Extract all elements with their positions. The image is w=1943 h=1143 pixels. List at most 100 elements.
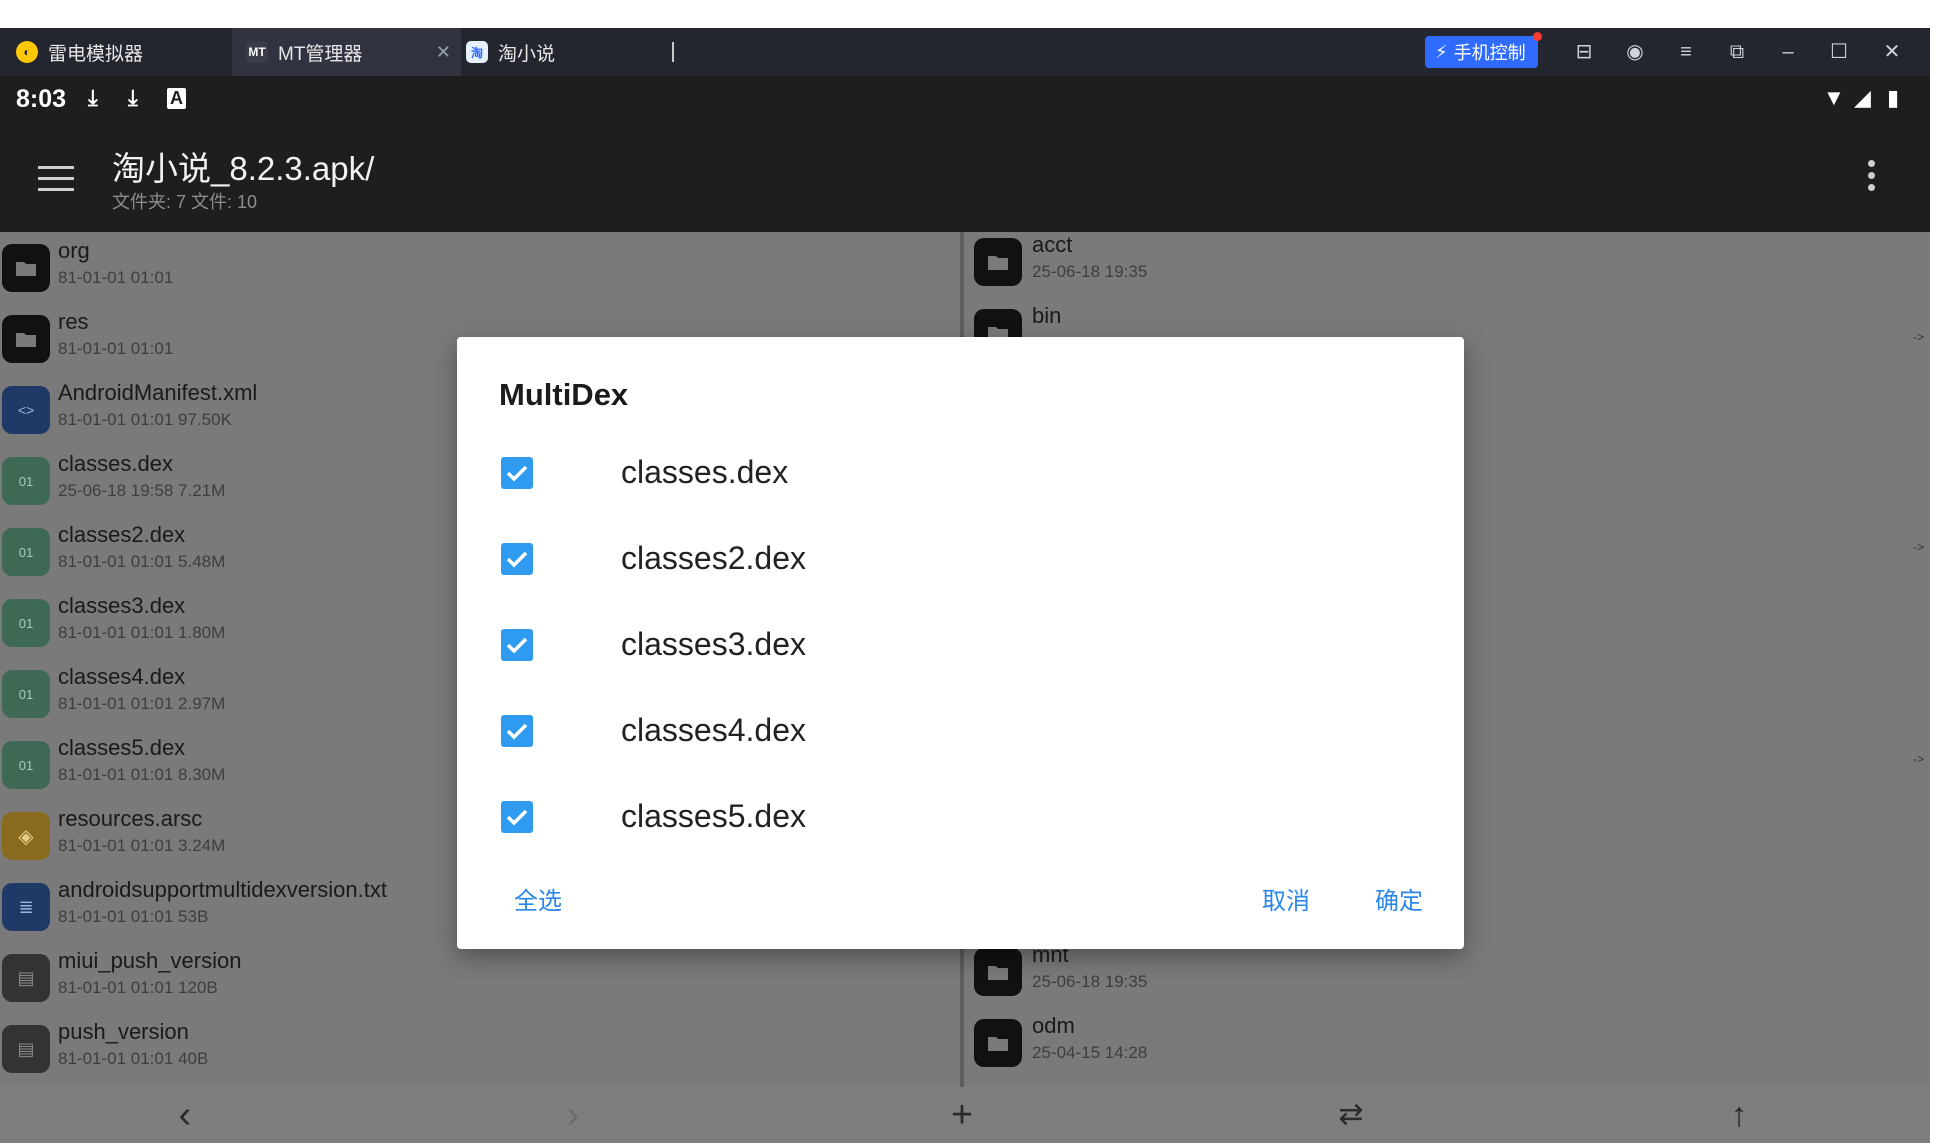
file-name: res	[58, 309, 89, 334]
file-name: acct	[1032, 232, 1073, 257]
resize-icon[interactable]: ⧉	[1725, 40, 1749, 64]
dex-file-icon: 01	[2, 670, 50, 718]
dex-file-icon: 01	[2, 528, 50, 576]
up-icon[interactable]: ↑	[1714, 1093, 1764, 1137]
hamburger-menu-icon[interactable]	[38, 166, 74, 199]
file-meta: 81-01-01 01:01 5.48M	[58, 552, 226, 571]
xml-file-icon: <>	[2, 386, 50, 434]
file-name: miui_push_version	[58, 948, 242, 973]
file-name: classes.dex	[58, 451, 173, 476]
file-meta: 25-06-18 19:58 7.21M	[58, 481, 226, 500]
list-item[interactable]: ▤ miui_push_version 81-01-01 01:01 120B	[0, 942, 960, 1012]
keyboard-a-icon: A	[167, 88, 186, 109]
file-name: classes5.dex	[58, 735, 186, 760]
dex-file-icon: 01	[2, 741, 50, 789]
dex-file-icon: 01	[2, 457, 50, 505]
multidex-dialog: MultiDex classes.dex classes2.dex classe…	[457, 337, 1464, 949]
file-icon: ▤	[2, 1025, 50, 1073]
option-label: classes3.dex	[621, 626, 806, 662]
list-item[interactable]: org 81-01-01 01:01	[0, 232, 960, 302]
file-name: bin	[1032, 303, 1062, 328]
checkbox-checked[interactable]	[501, 543, 533, 575]
add-icon[interactable]: +	[937, 1093, 987, 1137]
file-name: org	[58, 238, 90, 263]
gift-icon[interactable]: ⊟	[1572, 40, 1596, 64]
taoxiaoshuo-icon: 淘	[466, 41, 488, 63]
text-cursor	[672, 42, 674, 62]
file-meta: 81-01-01 01:01 3.24M	[58, 836, 226, 855]
dex-option-row[interactable]: classes3.dex	[501, 615, 1101, 675]
dex-file-icon: 01	[2, 599, 50, 647]
tab-taoxiaoshuo[interactable]: 淘 淘小说	[454, 28, 676, 76]
swap-icon[interactable]: ⇄	[1326, 1093, 1376, 1137]
file-meta: 81-01-01 01:01 2.97M	[58, 694, 226, 713]
back-icon[interactable]: ‹	[160, 1093, 210, 1137]
file-meta: 81-01-01 01:01	[58, 268, 174, 287]
file-meta: 25-06-18 19:35	[1032, 262, 1148, 281]
file-meta: 81-01-01 01:01 1.80M	[58, 623, 226, 642]
dex-option-row[interactable]: classes2.dex	[501, 529, 1101, 589]
wifi-icon: ▼	[1823, 85, 1845, 110]
dex-option-row[interactable]: classes5.dex	[501, 787, 1101, 847]
file-name: classes3.dex	[58, 593, 186, 618]
account-icon[interactable]: ◉	[1623, 40, 1647, 64]
file-icon: ▤	[2, 954, 50, 1002]
menu-lines-icon[interactable]: ≡	[1674, 40, 1698, 64]
symlink-marker: ->	[1912, 752, 1924, 766]
symlink-marker: ->	[1912, 540, 1924, 554]
bottom-toolbar: ‹ › + ⇄ ↑	[0, 1087, 1930, 1143]
list-item[interactable]: odm 25-04-15 14:28	[964, 1007, 1930, 1077]
emulator-logo-icon: ◐	[16, 41, 38, 63]
file-meta: 25-04-15 14:28	[1032, 1043, 1148, 1062]
emulator-app-tab[interactable]: ◐ 雷电模拟器	[0, 28, 241, 76]
select-all-button[interactable]: 全选	[514, 881, 562, 916]
list-item[interactable]: acct 25-06-18 19:35	[964, 232, 1930, 296]
maximize-icon[interactable]: ☐	[1827, 40, 1851, 64]
checkbox-checked[interactable]	[501, 801, 533, 833]
forward-icon[interactable]: ›	[548, 1093, 598, 1137]
status-time: 8:03	[16, 85, 67, 113]
option-label: classes4.dex	[621, 712, 806, 748]
file-meta: 25-06-18 19:35	[1032, 972, 1148, 991]
lightning-icon: ⚡	[1435, 41, 1448, 62]
emulator-title-bar: ◐ 雷电模拟器 MT MT管理器 ✕ 淘 淘小说 ⚡ 手机控制 ⊟ ◉ ≡ ⧉ …	[0, 28, 1930, 76]
file-meta: 81-01-01 01:01	[58, 339, 174, 358]
dex-option-row[interactable]: classes4.dex	[501, 701, 1101, 761]
list-item[interactable]: ▤ push_version 81-01-01 01:01 40B	[0, 1013, 960, 1083]
folder-icon	[974, 238, 1022, 286]
minimize-icon[interactable]: –	[1776, 40, 1800, 64]
option-label: classes2.dex	[621, 540, 806, 576]
page-subtitle: 文件夹: 7 文件: 10	[112, 192, 258, 212]
page-title: 淘小说_8.2.3.apk/	[112, 150, 375, 187]
checkbox-checked[interactable]	[501, 629, 533, 661]
status-bar: 8:03 ⤓ ⤓ A ▼ ◢ ▮	[0, 76, 1930, 122]
confirm-button[interactable]: 确定	[1375, 881, 1423, 916]
symlink-marker: ->	[1912, 330, 1924, 344]
phone-control-button[interactable]: ⚡ 手机控制	[1425, 32, 1542, 68]
download-icon: ⤓	[128, 85, 138, 110]
tab-label: MT管理器	[278, 43, 363, 65]
text-file-icon: ≣	[2, 883, 50, 931]
more-options-icon[interactable]	[1868, 160, 1876, 196]
close-tab-icon[interactable]: ✕	[436, 42, 451, 63]
file-meta: 81-01-01 01:01 97.50K	[58, 410, 232, 429]
dex-option-row[interactable]: classes.dex	[501, 443, 1101, 503]
option-label: classes.dex	[621, 454, 789, 490]
file-name: push_version	[58, 1019, 189, 1044]
dialog-title: MultiDex	[499, 377, 629, 412]
file-name: AndroidManifest.xml	[58, 380, 258, 405]
tab-label: 淘小说	[498, 43, 556, 65]
download-icon: ⤓	[88, 85, 98, 110]
file-name: androidsupportmultidexversion.txt	[58, 877, 387, 902]
checkbox-checked[interactable]	[501, 457, 533, 489]
checkbox-checked[interactable]	[501, 715, 533, 747]
close-icon[interactable]: ✕	[1880, 40, 1904, 64]
file-meta: 81-01-01 01:01 8.30M	[58, 765, 226, 784]
folder-icon	[2, 244, 50, 292]
file-meta: 81-01-01 01:01 120B	[58, 978, 218, 997]
tab-mt-manager[interactable]: MT MT管理器 ✕	[232, 28, 461, 76]
cancel-button[interactable]: 取消	[1262, 881, 1310, 916]
phone-control-label: 手机控制	[1453, 43, 1526, 63]
emulator-app-name: 雷电模拟器	[48, 43, 144, 65]
folder-icon	[974, 1019, 1022, 1067]
